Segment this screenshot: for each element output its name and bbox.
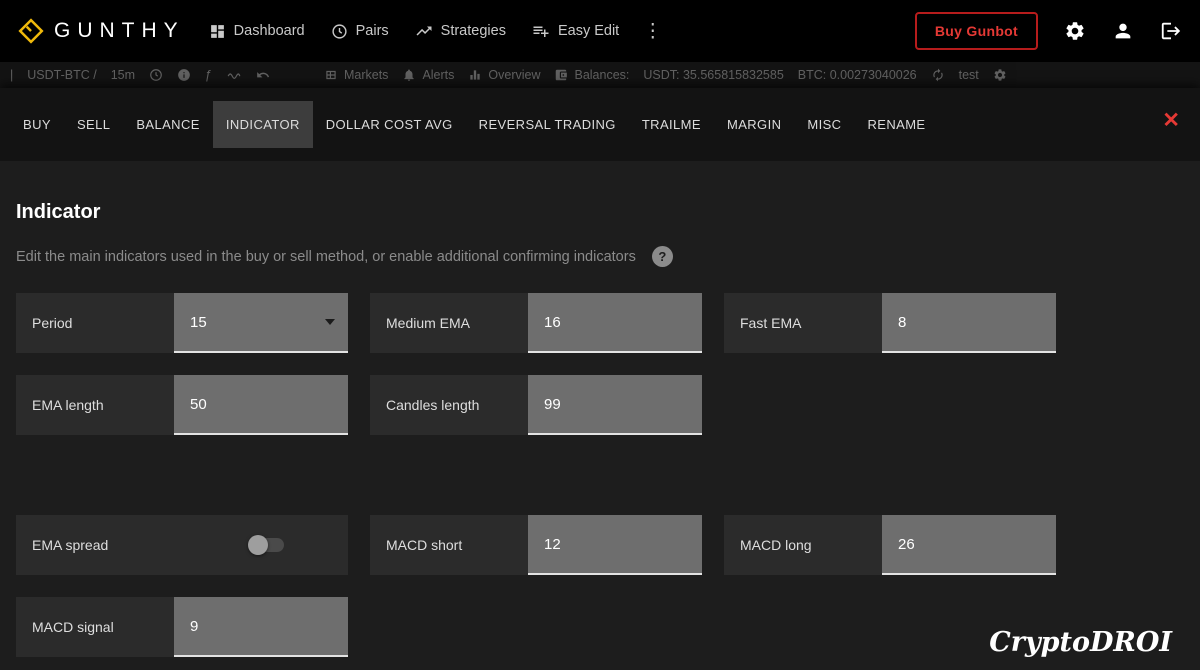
macd-long-input[interactable] <box>882 515 1056 573</box>
field-label: MACD long <box>724 515 882 575</box>
field-period: Period 15 <box>16 293 348 353</box>
topbar-actions: Buy Gunbot <box>915 12 1182 50</box>
balance-btc: BTC: 0.00273040026 <box>798 68 917 82</box>
toggle-area <box>174 515 348 575</box>
tab-rename[interactable]: RENAME <box>854 101 938 148</box>
toggle-knob <box>248 535 268 555</box>
nav-pairs[interactable]: Pairs <box>331 23 389 40</box>
nav-dashboard[interactable]: Dashboard <box>209 23 305 40</box>
strategy-tabbar: BUY SELL BALANCE INDICATOR DOLLAR COST A… <box>0 88 1200 161</box>
field-label: Fast EMA <box>724 293 882 353</box>
field-ema-length: EMA length <box>16 375 348 435</box>
field-ema-spread: EMA spread <box>16 515 348 575</box>
markets-button: Markets <box>324 68 388 82</box>
strip-gear-icon <box>993 68 1007 82</box>
easy-edit-icon <box>532 22 550 40</box>
input-wrap <box>528 375 702 435</box>
field-macd-long: MACD long <box>724 515 1056 575</box>
field-macd-short: MACD short <box>370 515 702 575</box>
divider: | <box>10 68 13 82</box>
field-label: EMA spread <box>16 515 174 575</box>
balances-label: Balances: <box>554 68 629 82</box>
indicator-fields-section-1: Period 15 Medium EMA Fast EMA <box>16 293 1184 435</box>
medium-ema-input[interactable] <box>528 293 702 351</box>
tab-misc[interactable]: MISC <box>794 101 854 148</box>
input-wrap <box>882 293 1056 353</box>
field-label: Medium EMA <box>370 293 528 353</box>
field-label: Candles length <box>370 375 528 435</box>
field-fast-ema: Fast EMA <box>724 293 1056 353</box>
settings-gear-icon[interactable] <box>1064 20 1086 42</box>
overview-button: Overview <box>468 68 540 82</box>
field-macd-signal: MACD signal <box>16 597 348 657</box>
gunthy-diamond-icon <box>18 18 44 44</box>
nav-easy-edit[interactable]: Easy Edit <box>532 22 619 40</box>
undo-icon <box>256 68 270 82</box>
tab-reversal-trading[interactable]: REVERSAL TRADING <box>466 101 629 148</box>
tab-balance[interactable]: BALANCE <box>123 101 213 148</box>
field-label: MACD signal <box>16 597 174 657</box>
fast-ema-input[interactable] <box>882 293 1056 351</box>
pairs-clock-icon <box>331 23 348 40</box>
function-icon: ƒ <box>205 68 212 82</box>
panel-description: Edit the main indicators used in the buy… <box>16 249 636 265</box>
info-circle-icon <box>177 68 191 82</box>
macd-short-input[interactable] <box>528 515 702 573</box>
field-medium-ema: Medium EMA <box>370 293 702 353</box>
account-person-icon[interactable] <box>1112 20 1134 42</box>
nav-label: Easy Edit <box>558 23 619 39</box>
cryptodroi-watermark: CryptoDROI <box>989 627 1172 658</box>
logout-icon[interactable] <box>1160 20 1182 42</box>
ema-spread-toggle[interactable] <box>250 538 284 552</box>
tab-trailme[interactable]: TRAILME <box>629 101 714 148</box>
tab-sell[interactable]: SELL <box>64 101 123 148</box>
brand-text: GUNTHY <box>54 19 185 43</box>
strategy-name: test <box>959 68 979 82</box>
candles-length-input[interactable] <box>528 375 702 433</box>
field-candles-length: Candles length <box>370 375 702 435</box>
indicator-panel: Indicator Edit the main indicators used … <box>0 201 1200 657</box>
app-window: GUNTHY Dashboard Pairs Strategies <box>0 0 1200 670</box>
input-wrap <box>882 515 1056 575</box>
field-label: EMA length <box>16 375 174 435</box>
tab-dollar-cost-avg[interactable]: DOLLAR COST AVG <box>313 101 466 148</box>
brand-home-link[interactable]: GUNTHY <box>18 18 185 44</box>
strategies-trending-icon <box>415 22 433 40</box>
page-title: Indicator <box>16 201 1184 224</box>
buy-gunbot-button[interactable]: Buy Gunbot <box>915 12 1038 50</box>
alerts-button: Alerts <box>402 68 454 82</box>
more-menu-icon[interactable]: ⋮ <box>643 20 662 43</box>
balance-usdt: USDT: 35.565815832585 <box>643 68 783 82</box>
refresh-icon <box>931 68 945 82</box>
tab-margin[interactable]: MARGIN <box>714 101 794 148</box>
tab-buy[interactable]: BUY <box>10 101 64 148</box>
input-wrap <box>174 375 348 435</box>
macd-signal-input[interactable] <box>174 597 348 655</box>
field-label: Period <box>16 293 174 353</box>
input-wrap <box>528 515 702 575</box>
history-clock-icon <box>149 68 163 82</box>
nav-label: Pairs <box>356 23 389 39</box>
ema-length-input[interactable] <box>174 375 348 433</box>
pair-toolbar-strip: | USDT-BTC / 15m ƒ Markets Alerts Overvi… <box>0 62 1200 88</box>
input-wrap <box>174 597 348 657</box>
field-label: MACD short <box>370 515 528 575</box>
nav-label: Dashboard <box>234 23 305 39</box>
timeframe-label: 15m <box>111 68 135 82</box>
input-wrap <box>528 293 702 353</box>
dashboard-icon <box>209 23 226 40</box>
nav-label: Strategies <box>441 23 506 39</box>
tab-indicator[interactable]: INDICATOR <box>213 101 313 148</box>
topbar: GUNTHY Dashboard Pairs Strategies <box>0 0 1200 62</box>
close-icon[interactable]: ✕ <box>1162 110 1180 131</box>
period-select-value: 15 <box>174 314 207 331</box>
help-icon[interactable]: ? <box>652 246 673 267</box>
period-select[interactable]: 15 <box>174 293 348 353</box>
pair-label: USDT-BTC / <box>27 68 96 82</box>
chevron-down-icon <box>325 319 335 325</box>
main-nav: Dashboard Pairs Strategies Easy Edit <box>209 22 620 40</box>
wave-icon <box>226 68 242 82</box>
strategy-editor-modal: BUY SELL BALANCE INDICATOR DOLLAR COST A… <box>0 88 1200 670</box>
nav-strategies[interactable]: Strategies <box>415 22 506 40</box>
